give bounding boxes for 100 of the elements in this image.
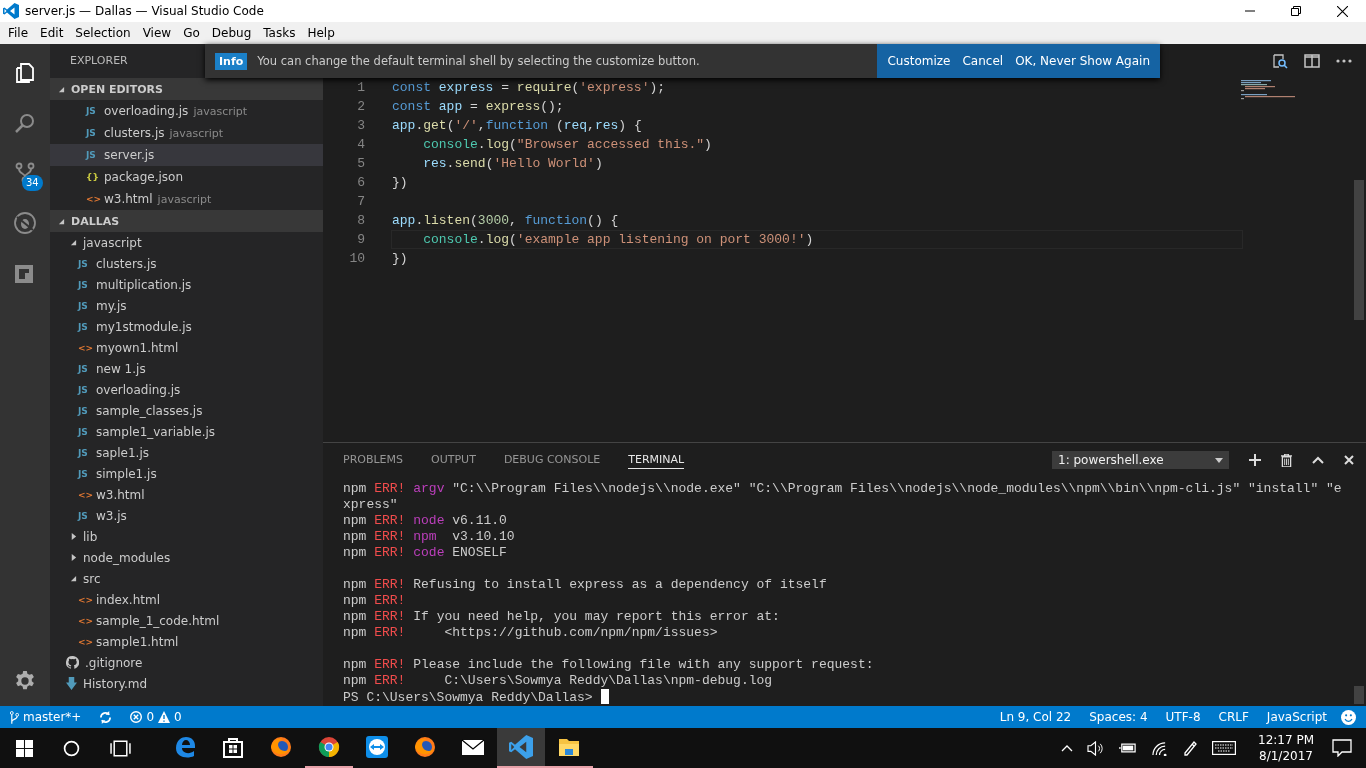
task-view-icon[interactable] (110, 739, 131, 757)
line-number: 1 (356, 80, 365, 95)
open-editor-item[interactable]: {} package.json (50, 166, 323, 188)
js-file-icon: JS (78, 321, 92, 332)
terminal-line: npm ERR! argv "C:\\Program Files\\nodejs\\node.exe" "C:\\Program Files\\nodejs\\node_modules\\npm\\bin\\npm-cli.js" "install" "express" (343, 481, 1343, 513)
tree-folder[interactable]: node_modules (50, 547, 323, 568)
tree-file[interactable]: <> myown1.html (50, 337, 323, 358)
status-item[interactable]: UTF-8 (1165, 710, 1201, 724)
line-number: 4 (356, 137, 365, 152)
store-bag-icon (221, 735, 245, 759)
chevron-up-icon[interactable] (1312, 456, 1324, 464)
tree-file[interactable]: JS new 1.js (50, 358, 323, 379)
menu-item[interactable]: Tasks (257, 26, 302, 40)
menu-item[interactable]: Help (301, 26, 341, 40)
menu-item[interactable]: Edit (34, 26, 70, 40)
html-file-icon: <> (86, 194, 100, 204)
volume-icon[interactable] (1087, 740, 1104, 756)
github-icon (66, 656, 79, 669)
smiley-icon[interactable] (1341, 709, 1356, 725)
explorer-title: EXPLORER (70, 54, 128, 67)
tree-file[interactable]: JS sample_classes.js (50, 400, 323, 421)
tree-file[interactable]: JS sample1_variable.js (50, 421, 323, 442)
tree-file[interactable]: JS clusters.js (50, 253, 323, 274)
panel-tab[interactable]: OUTPUT (431, 451, 476, 469)
notification-button[interactable]: Customize (881, 54, 957, 68)
restore-icon[interactable] (1291, 6, 1301, 16)
split-editor-icon[interactable] (1304, 53, 1320, 69)
settings-icon[interactable] (14, 670, 36, 692)
battery-icon[interactable] (1118, 742, 1137, 754)
menu-item[interactable]: File (2, 26, 35, 40)
section-header[interactable]: OPEN EDITORS (50, 78, 323, 100)
html-file-icon: <> (78, 342, 92, 353)
warning-icon (158, 711, 170, 723)
tree-folder[interactable]: javascript (50, 232, 323, 253)
tree-file[interactable]: .gitignore (50, 652, 323, 673)
keyboard-icon[interactable] (1212, 741, 1236, 755)
clock-date[interactable]: 8/1/2017 (1259, 748, 1313, 764)
code-line: }) (391, 174, 409, 192)
terminal-line: npm ERR! Refusing to install express as a dependency of itself (343, 577, 827, 593)
status-item[interactable]: Ln 9, Col 22 (999, 710, 1072, 724)
panel-tab[interactable]: PROBLEMS (343, 451, 404, 469)
git-view-button[interactable]: 34 (0, 148, 50, 198)
terminal-line: npm ERR! npm v3.10.10 (343, 529, 515, 545)
windows-start-icon[interactable] (16, 739, 33, 757)
menu-item[interactable]: Selection (69, 26, 137, 40)
scrollbar[interactable] (1354, 686, 1364, 704)
code-line: const app = express(); (391, 98, 565, 116)
open-editor-item[interactable]: JS overloading.js javascript (50, 100, 323, 122)
problems-indicator[interactable]: 0 0 (130, 710, 182, 724)
notification-button[interactable]: OK, Never Show Again (1009, 54, 1156, 68)
close-icon[interactable] (1337, 5, 1348, 17)
status-item[interactable]: CRLF (1218, 710, 1249, 724)
code-line: app.listen(3000, function() { (391, 212, 620, 230)
tree-file[interactable]: JS my1stmodule.js (50, 316, 323, 337)
wifi-icon[interactable] (1151, 740, 1168, 756)
terminal-line: npm ERR! <https://github.com/npm/npm/issues> (343, 625, 718, 641)
tree-folder[interactable]: lib (50, 526, 323, 547)
tree-file[interactable]: JS simple1.js (50, 463, 323, 484)
status-item[interactable]: Spaces: 4 (1089, 710, 1148, 724)
search-icon[interactable] (63, 739, 80, 757)
html-file-icon: <> (78, 594, 92, 605)
pen-icon[interactable] (1182, 740, 1198, 756)
open-editor-item[interactable]: JS server.js (50, 144, 323, 166)
branch-indicator[interactable]: master*+ (10, 710, 82, 724)
section-header[interactable]: DALLAS (50, 210, 323, 232)
tree-file[interactable]: JS w3.js (50, 505, 323, 526)
preview-search-icon[interactable] (1272, 53, 1288, 69)
teamviewer-icon (365, 735, 389, 759)
tree-file[interactable]: JS saple1.js (50, 442, 323, 463)
tree-folder[interactable]: src (50, 568, 323, 589)
clock-time[interactable]: 12:17 PM (1258, 732, 1314, 748)
menu-item[interactable]: Go (177, 26, 206, 40)
tree-file[interactable]: <> index.html (50, 589, 323, 610)
terminal-line: npm ERR! (343, 593, 406, 609)
trash-icon[interactable] (1281, 453, 1292, 467)
scrollbar[interactable] (1354, 180, 1364, 320)
notifications-icon[interactable] (1332, 739, 1352, 757)
tree-file[interactable]: JS multiplication.js (50, 274, 323, 295)
panel-tab[interactable]: TERMINAL (628, 451, 685, 469)
open-editor-item[interactable]: JS clusters.js javascript (50, 122, 323, 144)
tree-file[interactable]: History.md (50, 673, 323, 694)
notification-button[interactable]: Cancel (956, 54, 1010, 68)
tree-file[interactable]: <> sample_1_code.html (50, 610, 323, 631)
menu-item[interactable]: View (136, 26, 178, 40)
sync-icon[interactable] (99, 710, 113, 724)
terminal-line: npm ERR! code ENOSELF (343, 545, 507, 561)
download-arrow-icon (66, 677, 77, 690)
status-item[interactable]: JavaScript (1266, 710, 1327, 724)
tree-file[interactable]: JS my.js (50, 295, 323, 316)
more-icon[interactable] (1336, 59, 1352, 63)
terminal-dropdown[interactable]: 1: powershell.exe (1052, 451, 1229, 469)
vscode-taskbar-button[interactable] (497, 728, 545, 768)
panel-tab[interactable]: DEBUG CONSOLE (503, 451, 601, 469)
menu-item[interactable]: Debug (205, 26, 258, 40)
open-editor-item[interactable]: <> w3.html javascript (50, 188, 323, 210)
tree-file[interactable]: JS overloading.js (50, 379, 323, 400)
add-icon[interactable] (1249, 454, 1261, 466)
terminal-line: npm ERR! Please include the following file with any support request: (343, 657, 874, 673)
tree-file[interactable]: <> sample1.html (50, 631, 323, 652)
tree-file[interactable]: <> w3.html (50, 484, 323, 505)
